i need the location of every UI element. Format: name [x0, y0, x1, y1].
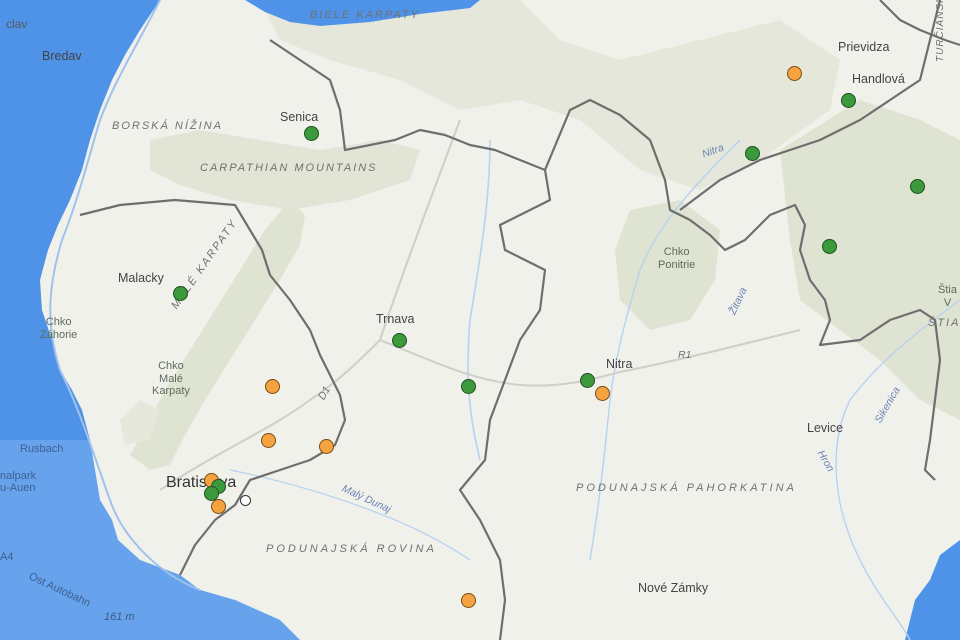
marker-pezinok[interactable] [261, 432, 277, 448]
label-rusbach: Rusbach [20, 443, 64, 455]
label-clav: clav [6, 17, 28, 31]
marker-trnava[interactable] [391, 332, 407, 348]
label-a4: A4 [0, 551, 14, 563]
marker-east-2[interactable] [821, 239, 837, 255]
label-chko-ponitrie: Chko Ponitrie [658, 246, 696, 271]
marker-senec[interactable] [318, 439, 334, 455]
map-view[interactable]: clav Bredav BIELE KARPATY Senica BORSKÁ … [0, 0, 960, 640]
label-turciansk: TURČIANSK [935, 0, 946, 62]
label-carpathian-mountains: CARPATHIAN MOUNTAINS [200, 162, 378, 174]
label-bredav: Bredav [42, 49, 82, 63]
label-bratislava: Bratislava [166, 474, 237, 491]
label-stia: Štia V [938, 284, 957, 309]
label-biele-karpaty: BIELE KARPATY [310, 9, 420, 21]
label-r1: R1 [678, 349, 692, 361]
label-prievidza: Prievidza [838, 40, 890, 54]
label-podunajska-pahorkatina: PODUNAJSKÁ PAHORKATINA [576, 482, 797, 494]
marker-bratislava-center[interactable] [240, 494, 252, 506]
label-borska-nizina: BORSKÁ NÍŽINA [112, 120, 223, 132]
marker-dunajska-streda[interactable] [460, 592, 476, 608]
label-elevation: 161 m [104, 611, 135, 623]
marker-nitra-valley[interactable] [745, 145, 761, 161]
label-nove-zamky: Nové Zámky [638, 581, 709, 595]
label-podunajska-rovina: PODUNAJSKÁ ROVINA [266, 543, 437, 555]
label-chko-male-karpaty: Chko Malé Karpaty [152, 360, 190, 398]
marker-handlova[interactable] [841, 92, 857, 108]
basemap [0, 0, 960, 640]
label-handlova: Handlová [852, 72, 905, 86]
label-nitra: Nitra [606, 357, 633, 371]
label-levice: Levice [807, 421, 844, 435]
marker-malacky[interactable] [172, 285, 188, 301]
marker-senica[interactable] [303, 125, 319, 141]
label-chko-zahorie: Chko Záhorie [40, 316, 78, 341]
label-malacky: Malacky [118, 271, 164, 285]
label-trnava: Trnava [376, 312, 415, 326]
marker-nitra[interactable] [580, 372, 596, 388]
label-senica: Senica [280, 110, 319, 124]
label-nationalpark: nalpark u-Auen [0, 470, 37, 495]
label-stiav: ŠTIAV [928, 317, 960, 329]
